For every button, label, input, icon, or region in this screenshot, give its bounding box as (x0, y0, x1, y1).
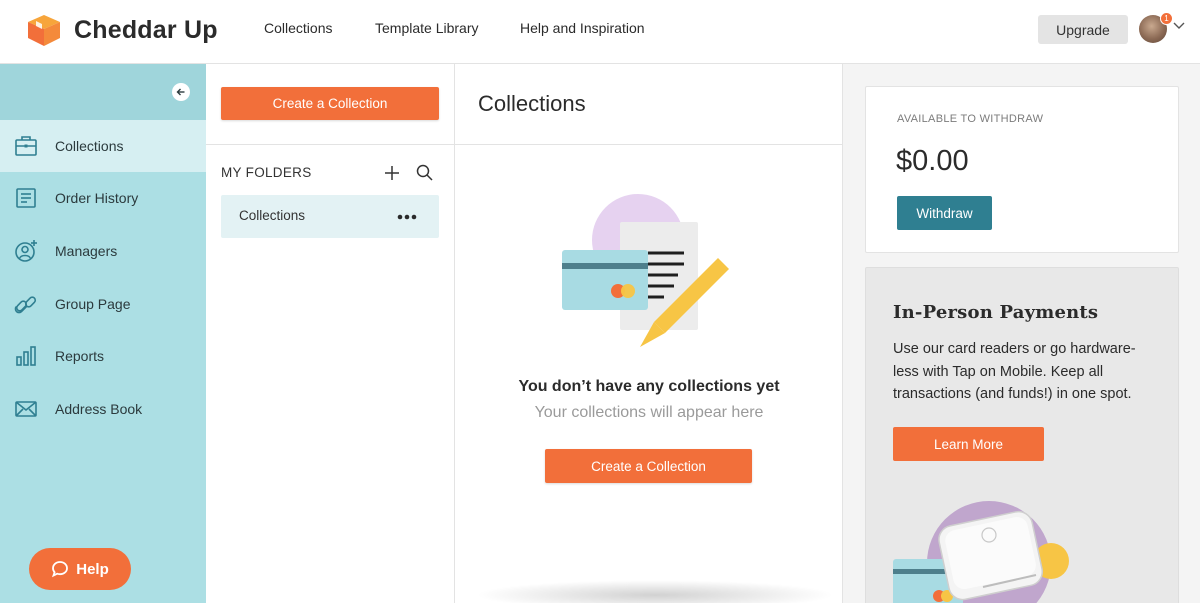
empty-collections-illustration (562, 194, 729, 347)
right-panel: AVAILABLE TO WITHDRAW $0.00 Withdraw In-… (843, 64, 1200, 603)
sidebar-item-order-history[interactable]: Order History (0, 172, 206, 224)
sidebar-item-reports[interactable]: Reports (0, 330, 206, 382)
link-icon (14, 296, 37, 314)
chevron-down-icon[interactable] (1173, 22, 1185, 30)
sidebar: Collections Order History Managers Group… (0, 64, 206, 603)
main-content: Collections You don’t have any collectio… (455, 64, 843, 603)
sidebar-item-label: Address Book (55, 401, 143, 417)
upgrade-button[interactable]: Upgrade (1038, 15, 1128, 44)
decorative-shadow (475, 580, 835, 603)
brand-name: Cheddar Up (74, 15, 218, 44)
create-collection-button[interactable]: Create a Collection (545, 449, 752, 483)
nav-template-library-link[interactable]: Template Library (375, 20, 479, 36)
sidebar-item-label: Order History (55, 190, 139, 206)
collapse-sidebar-button[interactable] (172, 83, 190, 101)
more-options-icon[interactable] (397, 214, 417, 220)
sidebar-item-label: Collections (55, 138, 124, 154)
available-to-withdraw-label: AVAILABLE TO WITHDRAW (897, 113, 1044, 125)
bar-chart-icon (16, 346, 36, 366)
withdraw-button[interactable]: Withdraw (897, 196, 992, 230)
search-icon[interactable] (416, 164, 433, 181)
sidebar-item-label: Managers (55, 243, 118, 259)
nav-collections-link[interactable]: Collections (264, 20, 332, 36)
folder-label: Collections (239, 208, 306, 223)
learn-more-button[interactable]: Learn More (893, 427, 1044, 461)
sidebar-header (0, 64, 206, 120)
balance-amount: $0.00 (896, 145, 969, 177)
chat-bubble-icon (52, 561, 69, 578)
envelope-icon (15, 401, 37, 417)
sidebar-item-address-book[interactable]: Address Book (0, 383, 206, 435)
add-user-icon (15, 240, 37, 262)
folders-panel: Create a Collection MY FOLDERS Collectio… (206, 64, 455, 603)
sidebar-item-group-page[interactable]: Group Page (0, 278, 206, 330)
empty-state-title: You don’t have any collections yet (518, 378, 780, 395)
receipt-icon (16, 188, 36, 208)
create-collection-button[interactable]: Create a Collection (221, 87, 439, 120)
in-person-payments-card: In-Person Payments Use our card readers … (865, 267, 1179, 603)
folder-item[interactable]: Collections (221, 195, 439, 238)
plus-icon[interactable] (384, 165, 400, 181)
promo-body: Use our card readers or go hardware-less… (893, 341, 1136, 402)
sidebar-item-managers[interactable]: Managers (0, 225, 206, 277)
sidebar-item-label: Reports (55, 348, 105, 364)
sidebar-item-label: Group Page (55, 296, 131, 312)
empty-state-subtitle: Your collections will appear here (534, 404, 764, 421)
cheddar-up-logo-icon (28, 15, 60, 46)
withdraw-card: AVAILABLE TO WITHDRAW $0.00 Withdraw (865, 86, 1179, 253)
briefcase-icon (15, 136, 37, 156)
notification-badge: 1 (1160, 12, 1173, 25)
divider (206, 144, 455, 145)
top-navigation-bar: Cheddar Up Collections Template Library … (0, 0, 1200, 64)
divider (455, 144, 843, 145)
help-label: Help (76, 560, 109, 578)
promo-title: In-Person Payments (893, 302, 1099, 323)
folders-title: MY FOLDERS (221, 165, 312, 180)
nav-help-inspiration-link[interactable]: Help and Inspiration (520, 20, 645, 36)
page-title: Collections (478, 91, 586, 116)
sidebar-item-collections[interactable]: Collections (0, 120, 206, 172)
help-button[interactable]: Help (29, 548, 131, 590)
arrow-left-icon (176, 88, 185, 96)
card-reader-illustration (893, 501, 1069, 603)
brand[interactable]: Cheddar Up (24, 13, 218, 47)
